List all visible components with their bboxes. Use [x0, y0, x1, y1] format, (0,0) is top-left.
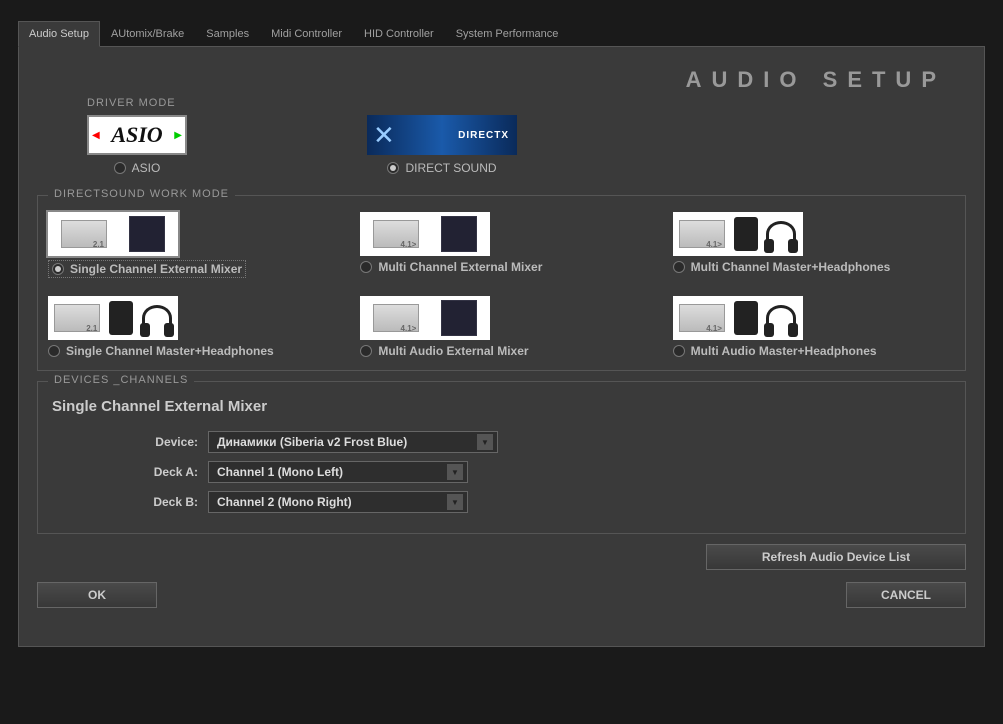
- asio-badge: ASIO: [87, 115, 187, 155]
- chip-icon: [373, 220, 419, 248]
- driver-asio-option[interactable]: ASIO ASIO: [87, 115, 187, 175]
- driver-section-label: DRIVER MODE: [87, 97, 966, 109]
- workmode-label-text: Multi Channel Master+Headphones: [691, 260, 891, 274]
- asio-badge-text: ASIO: [111, 122, 162, 148]
- workmode-label-text: Single Channel Master+Headphones: [66, 344, 274, 358]
- device-select[interactable]: Динамики (Siberia v2 Frost Blue) ▼: [208, 431, 498, 453]
- chip-icon: [373, 304, 419, 332]
- driver-mode-row: ASIO ASIO DIRECTX DIRECT SOUND: [87, 115, 966, 175]
- radio-icon: [360, 345, 372, 357]
- radio-icon: [387, 162, 399, 174]
- workmode-thumb: [48, 212, 178, 256]
- tab-system-performance[interactable]: System Performance: [445, 21, 570, 47]
- chevron-down-icon: ▼: [447, 494, 463, 510]
- workmode-grid: Single Channel External Mixer Multi Chann…: [48, 212, 955, 358]
- device-rows: Device: Динамики (Siberia v2 Frost Blue) ▼…: [48, 431, 955, 513]
- chip-icon: [54, 304, 100, 332]
- workmode-sc_mh[interactable]: Single Channel Master+Headphones: [48, 296, 330, 358]
- chip-icon: [679, 304, 725, 332]
- workmode-ma_ext[interactable]: Multi Audio External Mixer: [360, 296, 642, 358]
- workmode-label[interactable]: Multi Audio External Mixer: [360, 344, 642, 358]
- device-select[interactable]: Channel 1 (Mono Left) ▼: [208, 461, 468, 483]
- speaker-icon: [109, 301, 133, 335]
- directsound-radio-row[interactable]: DIRECT SOUND: [387, 161, 496, 175]
- tab-automix-brake[interactable]: AUtomix/Brake: [100, 21, 195, 47]
- mixer-icon: [129, 216, 165, 252]
- radio-icon: [360, 261, 372, 273]
- device-select-value: Динамики (Siberia v2 Frost Blue): [217, 435, 407, 449]
- radio-icon: [673, 345, 685, 357]
- phones-icon: [766, 221, 796, 247]
- device-row: Deck A: Channel 1 (Mono Left) ▼: [128, 461, 955, 483]
- workmode-label[interactable]: Multi Audio Master+Headphones: [673, 344, 955, 358]
- workmode-thumb: [360, 296, 490, 340]
- workmode-thumb: [48, 296, 178, 340]
- device-row: Device: Динамики (Siberia v2 Frost Blue) ▼: [128, 431, 955, 453]
- chevron-down-icon: ▼: [477, 434, 493, 450]
- device-row-label: Deck B:: [128, 495, 198, 509]
- radio-icon: [52, 263, 64, 275]
- chip-icon: [679, 220, 725, 248]
- workmode-label-text: Single Channel External Mixer: [70, 262, 242, 276]
- speaker-icon: [734, 301, 758, 335]
- mixer-icon: [441, 300, 477, 336]
- workmode-label[interactable]: Multi Channel External Mixer: [360, 260, 642, 274]
- tab-bar: Audio SetupAUtomix/BrakeSamplesMidi Cont…: [18, 20, 985, 47]
- tab-audio-setup[interactable]: Audio Setup: [18, 21, 100, 47]
- speaker-icon: [734, 217, 758, 251]
- tab-samples[interactable]: Samples: [195, 21, 260, 47]
- workmode-section-label: DIRECTSOUND WORK MODE: [48, 188, 235, 200]
- workmode-group: DIRECTSOUND WORK MODE Single Channel Ext…: [37, 195, 966, 371]
- refresh-row: Refresh Audio Device List: [37, 544, 966, 570]
- asio-label: ASIO: [132, 161, 161, 175]
- dialog-buttons: OK CANCEL: [37, 582, 966, 608]
- tab-content: AUDIO SETUP DRIVER MODE ASIO ASIO DIRECT…: [18, 47, 985, 647]
- directx-badge: DIRECTX: [367, 115, 517, 155]
- refresh-button[interactable]: Refresh Audio Device List: [706, 544, 966, 570]
- radio-icon: [114, 162, 126, 174]
- device-row-label: Device:: [128, 435, 198, 449]
- directx-badge-text: DIRECTX: [458, 130, 509, 141]
- driver-directsound-option[interactable]: DIRECTX DIRECT SOUND: [367, 115, 517, 175]
- tab-midi-controller[interactable]: Midi Controller: [260, 21, 353, 47]
- device-row: Deck B: Channel 2 (Mono Right) ▼: [128, 491, 955, 513]
- cancel-button[interactable]: CANCEL: [846, 582, 966, 608]
- directsound-label: DIRECT SOUND: [405, 161, 496, 175]
- workmode-label-text: Multi Audio External Mixer: [378, 344, 528, 358]
- phones-icon: [142, 305, 172, 331]
- workmode-thumb: [673, 296, 803, 340]
- workmode-label[interactable]: Single Channel External Mixer: [48, 260, 246, 278]
- tab-hid-controller[interactable]: HID Controller: [353, 21, 445, 47]
- ok-button[interactable]: OK: [37, 582, 157, 608]
- device-select[interactable]: Channel 2 (Mono Right) ▼: [208, 491, 468, 513]
- workmode-label-text: Multi Channel External Mixer: [378, 260, 542, 274]
- workmode-label[interactable]: Multi Channel Master+Headphones: [673, 260, 955, 274]
- devices-subtitle: Single Channel External Mixer: [52, 398, 955, 415]
- workmode-mc_mh[interactable]: Multi Channel Master+Headphones: [673, 212, 955, 278]
- asio-radio-row[interactable]: ASIO: [114, 161, 161, 175]
- workmode-label[interactable]: Single Channel Master+Headphones: [48, 344, 330, 358]
- mixer-icon: [441, 216, 477, 252]
- chevron-down-icon: ▼: [447, 464, 463, 480]
- device-select-value: Channel 2 (Mono Right): [217, 495, 352, 509]
- workmode-thumb: [360, 212, 490, 256]
- devices-group: DEVICES _CHANNELS Single Channel Externa…: [37, 381, 966, 534]
- workmode-sc_ext[interactable]: Single Channel External Mixer: [48, 212, 330, 278]
- workmode-mc_ext[interactable]: Multi Channel External Mixer: [360, 212, 642, 278]
- chip-icon: [61, 220, 107, 248]
- devices-section-label: DEVICES _CHANNELS: [48, 374, 194, 386]
- device-row-label: Deck A:: [128, 465, 198, 479]
- workmode-ma_mh[interactable]: Multi Audio Master+Headphones: [673, 296, 955, 358]
- device-select-value: Channel 1 (Mono Left): [217, 465, 343, 479]
- page-title: AUDIO SETUP: [37, 59, 966, 97]
- workmode-label-text: Multi Audio Master+Headphones: [691, 344, 877, 358]
- radio-icon: [673, 261, 685, 273]
- settings-window: Audio SetupAUtomix/BrakeSamplesMidi Cont…: [0, 0, 1003, 667]
- workmode-thumb: [673, 212, 803, 256]
- radio-icon: [48, 345, 60, 357]
- phones-icon: [766, 305, 796, 331]
